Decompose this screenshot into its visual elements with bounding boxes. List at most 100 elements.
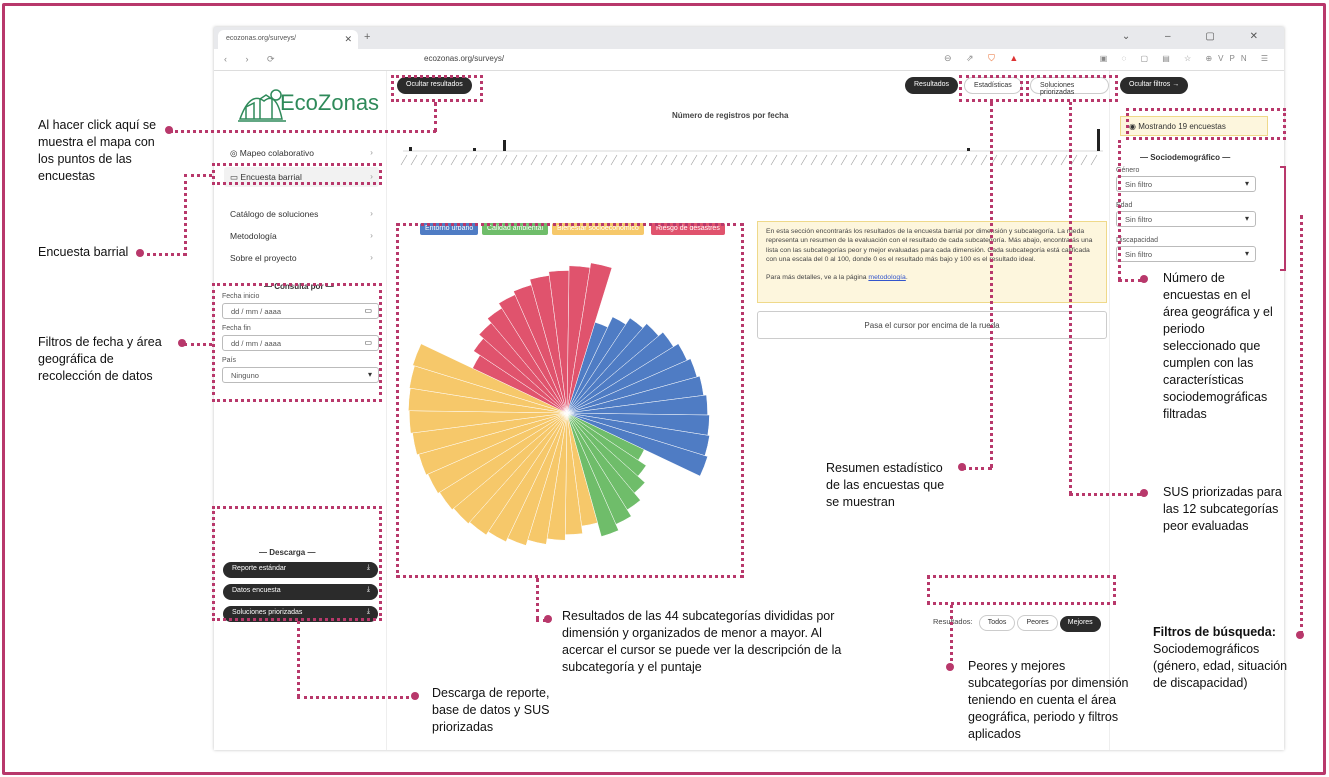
highlight-showing [1126, 108, 1286, 140]
nav-catalogo[interactable]: Catálogo de soluciones › [224, 204, 379, 224]
caret-down-icon: ▾ [1244, 249, 1249, 258]
highlight-hide-results [391, 75, 483, 102]
window-controls[interactable]: ⌄ – ▢ ✕ [1122, 31, 1274, 42]
connector [170, 130, 436, 133]
highlight-encuesta [212, 163, 382, 185]
timeline-tick [940, 154, 948, 166]
timeline-tick [510, 154, 518, 166]
timeline-tick [830, 154, 838, 166]
timeline-tick [1030, 154, 1038, 166]
connector [1069, 493, 1141, 496]
info-text: En esta sección encontrarás los resultad… [766, 228, 1093, 263]
chevron-right-icon: › [370, 147, 373, 157]
nav-buttons[interactable]: ‹ › ⟳ [224, 54, 283, 65]
filter-all-button[interactable]: Todos [978, 615, 1016, 631]
alert-icon: ▲ [1009, 53, 1025, 63]
timeline-title: Número de registros por fecha [672, 111, 789, 120]
bullet [946, 663, 954, 671]
field-value: Sin filtro [1125, 250, 1153, 259]
timeline-tick [630, 154, 638, 166]
connector [184, 343, 212, 346]
timeline-tick [870, 154, 878, 166]
tab-bar: ecozonas.org/surveys/ ✕ + ⌄ – ▢ ✕ [214, 27, 1284, 49]
bullet [1296, 631, 1304, 639]
timeline-tick [840, 154, 848, 166]
timeline-tick [820, 154, 828, 166]
bracket [1280, 166, 1286, 271]
filter-best-button[interactable]: Mejores [1059, 616, 1101, 632]
browser-tab[interactable]: ecozonas.org/surveys/ ✕ [218, 30, 358, 49]
connector [1118, 140, 1121, 280]
timeline-tick [920, 154, 928, 166]
timeline-tick [690, 154, 698, 166]
nav-metodologia[interactable]: Metodología › [224, 226, 379, 246]
timeline-tick [550, 154, 558, 166]
timeline-bar [967, 148, 970, 151]
results-tab[interactable]: Resultados [905, 77, 959, 94]
field-value: Sin filtro [1125, 215, 1153, 224]
nav-mapeo[interactable]: ◎ Mapeo colaborativo › [224, 143, 379, 163]
timeline-tick [450, 154, 458, 166]
timeline-tick [1040, 154, 1048, 166]
timeline-tick [890, 154, 898, 166]
genero-select[interactable]: Sin filtro ▾ [1116, 176, 1256, 192]
annotation-map-points: Al hacer click aquí se muestra el mapa c… [38, 118, 157, 183]
timeline-tick [1000, 154, 1008, 166]
bullet [1140, 275, 1148, 283]
timeline-tick [950, 154, 958, 166]
timeline-tick [520, 154, 528, 166]
timeline-tick [850, 154, 858, 166]
timeline-tick [710, 154, 718, 166]
timeline-tick [740, 154, 748, 166]
connector [1118, 279, 1142, 282]
annotation-filters: Filtros de búsqueda: Sociodemográficos (… [1153, 624, 1293, 692]
connector [950, 605, 953, 667]
timeline-tick [1090, 154, 1098, 166]
nav-label: Sobre el proyecto [230, 253, 297, 263]
hide-filters-button[interactable]: Ocultar filtros → [1120, 77, 1189, 94]
close-tab-icon[interactable]: ✕ [344, 34, 352, 45]
timeline-tick [810, 154, 818, 166]
timeline-tick [610, 154, 618, 166]
connector [297, 621, 300, 697]
timeline-tick [460, 154, 468, 166]
timeline-tick [540, 154, 548, 166]
timeline-tick [700, 154, 708, 166]
edad-select[interactable]: Sin filtro ▾ [1116, 211, 1256, 227]
timeline-bar [473, 148, 476, 151]
new-tab-icon[interactable]: + [364, 31, 370, 43]
discapacidad-select[interactable]: Sin filtro ▾ [1116, 246, 1256, 262]
filters-body: Sociodemográficos (género, edad, situaci… [1153, 642, 1288, 690]
timeline-tick [750, 154, 758, 166]
tab-title: ecozonas.org/surveys/ [226, 35, 297, 42]
timeline-tick [1050, 154, 1058, 166]
bullet [178, 339, 186, 347]
timeline-tick [410, 154, 418, 166]
timeline-tick [960, 154, 968, 166]
address-icons[interactable]: ⊖ ⇗ ⛉ ▲ [944, 53, 1024, 64]
highlight-date-filters [212, 283, 382, 402]
caret-down-icon: ▾ [1244, 214, 1249, 223]
filter-worst-button[interactable]: Peores [1017, 615, 1058, 631]
map-pin-icon: ◎ [230, 148, 240, 158]
timeline-tick [730, 154, 738, 166]
toolbar-icons[interactable]: ▣ ◌ ▢ ▤ ☆ ⊕VPN ☰ [1100, 54, 1274, 63]
timeline-bar [503, 140, 506, 151]
metodologia-link[interactable]: metodología [868, 274, 905, 281]
timeline-tick [640, 154, 648, 166]
timeline-bar [1097, 129, 1100, 151]
annotation-download: Descarga de reporte, base de datos y SUS… [432, 686, 550, 734]
timeline-chart [400, 129, 1103, 166]
caret-down-icon: ▾ [1244, 179, 1249, 188]
timeline-tick [780, 154, 788, 166]
info-more: Para más detalles, ve a la página [766, 274, 867, 282]
annotation-worst-best: Peores y mejores subcategorías por dimen… [968, 659, 1129, 741]
timeline-tick [470, 154, 478, 166]
button-label: Ocultar filtros [1129, 81, 1171, 88]
annotation-wheel: Resultados de las 44 subcategorías divid… [562, 609, 842, 674]
nav-sobre[interactable]: Sobre el proyecto › [224, 248, 379, 268]
bullet [1140, 489, 1148, 497]
url-input[interactable]: ecozonas.org/surveys/ [424, 54, 504, 63]
address-bar: ‹ › ⟳ ecozonas.org/surveys/ ⊖ ⇗ ⛉ ▲ ▣ ◌ … [214, 49, 1284, 71]
socio-title: — Sociodemográfico — [1140, 153, 1231, 162]
